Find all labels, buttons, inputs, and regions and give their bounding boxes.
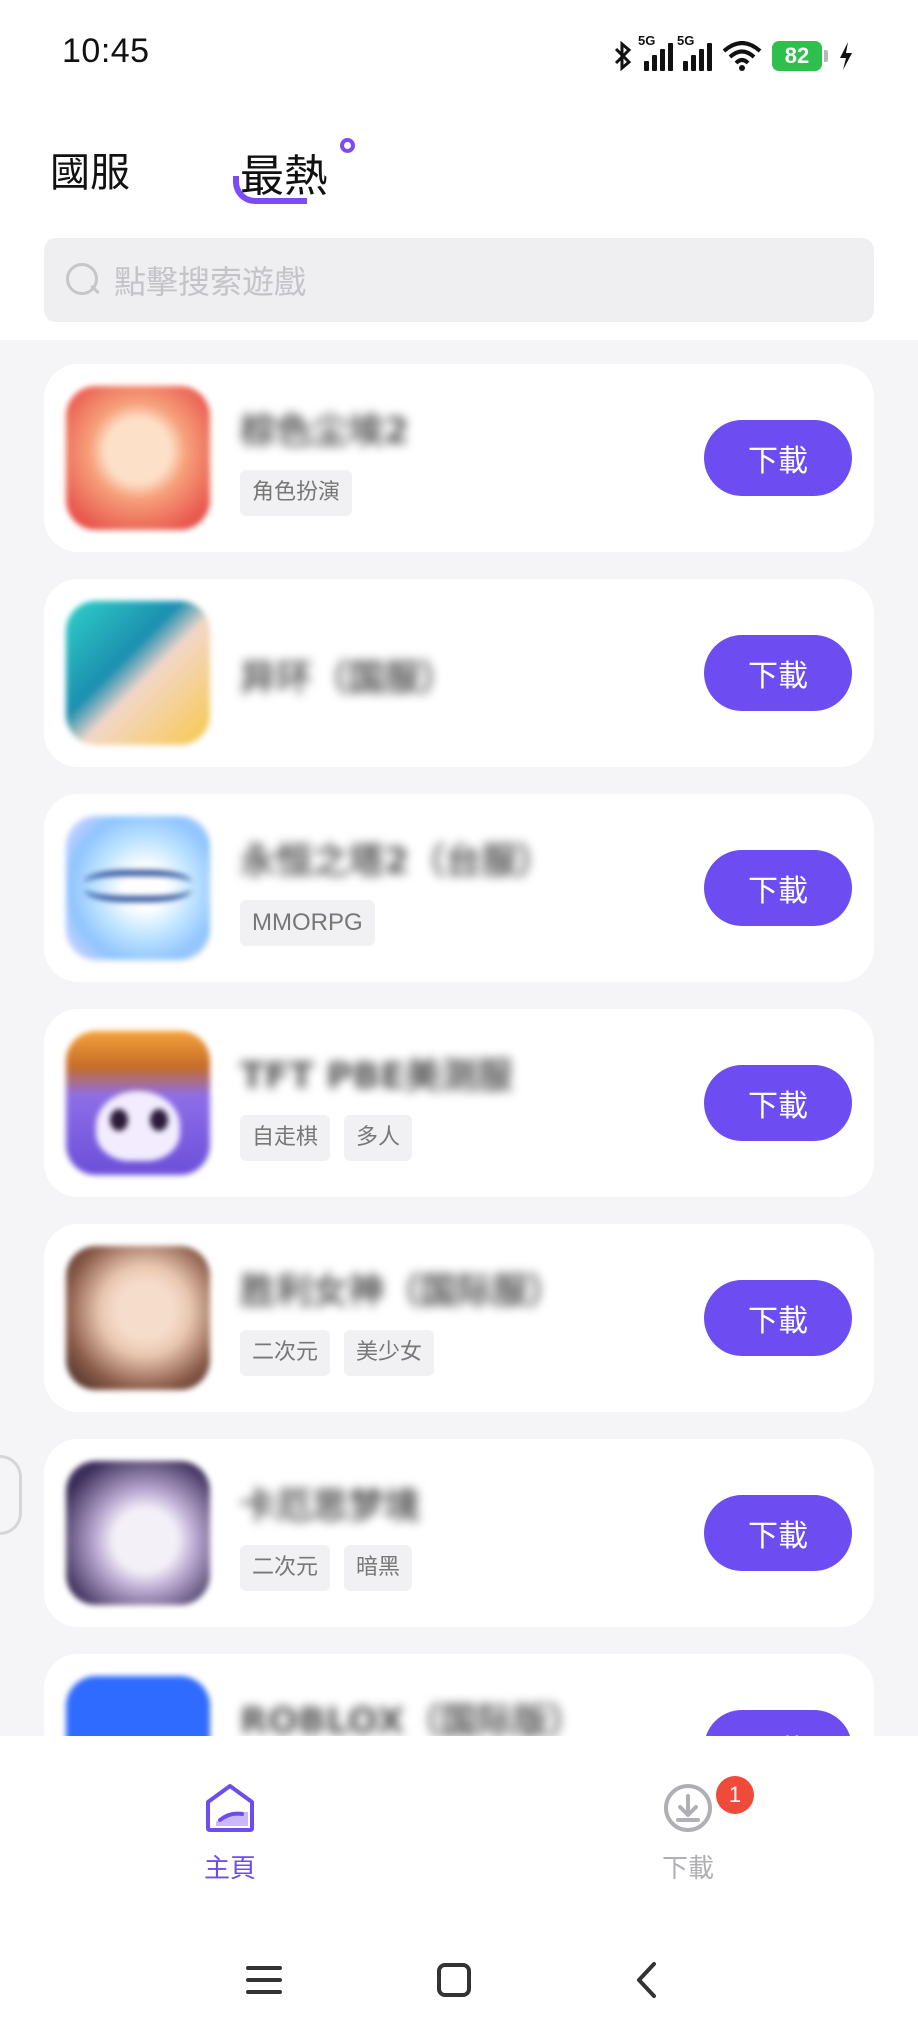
game-tags: 角色扮演 xyxy=(240,470,353,516)
system-nav-bar xyxy=(0,1940,918,2020)
game-name: 胜利女神（国际服） xyxy=(240,1271,565,1312)
game-card[interactable]: 永恒之塔2（台服） MMORPG 下載 xyxy=(44,794,874,982)
game-tag: MMORPG xyxy=(240,900,375,946)
charging-icon xyxy=(840,42,852,70)
back-button[interactable] xyxy=(606,1940,686,2020)
game-tags: 二次元 暗黑 xyxy=(240,1545,413,1591)
home-icon xyxy=(206,1784,254,1832)
signal-icon-1: 5G xyxy=(638,33,673,71)
game-name: 卡厄思梦境 xyxy=(240,1486,421,1527)
game-icon[interactable] xyxy=(66,1031,210,1175)
status-icons: 5G 5G 82 xyxy=(612,33,854,78)
wifi-icon xyxy=(722,41,762,71)
game-tag: 二次元 xyxy=(240,1545,331,1591)
game-card[interactable]: 胜利女神（国际服） 二次元 美少女 下載 xyxy=(44,1224,874,1412)
download-button[interactable]: 下載 xyxy=(704,1065,852,1141)
game-card[interactable]: 卡厄思梦境 二次元 暗黑 下載 xyxy=(44,1439,874,1627)
game-card[interactable]: 棕色尘埃2 角色扮演 下載 xyxy=(44,364,874,552)
tab-active-indicator xyxy=(233,176,307,204)
tab-cn-server[interactable]: 國服 xyxy=(50,140,130,198)
status-time: 10:45 xyxy=(62,32,150,70)
game-icon[interactable] xyxy=(66,601,210,745)
game-name: 永恒之塔2（台服） xyxy=(240,841,554,882)
game-tag: 美少女 xyxy=(344,1330,435,1376)
menu-button[interactable] xyxy=(224,1940,304,2020)
network-type-2: 5G xyxy=(677,33,695,48)
game-tags: 自走棋 多人 xyxy=(240,1115,413,1161)
game-tag: 暗黑 xyxy=(344,1545,413,1591)
download-button[interactable]: 下載 xyxy=(704,850,852,926)
game-card[interactable]: TFT PBE美测服 自走棋 多人 下載 xyxy=(44,1009,874,1197)
game-tag: 二次元 xyxy=(240,1330,331,1376)
tab-dot-indicator xyxy=(340,138,355,153)
menu-icon xyxy=(246,1966,282,1994)
nav-download[interactable]: 1 下載 xyxy=(648,1776,754,1885)
battery-icon: 82 xyxy=(772,41,828,71)
game-tags: MMORPG xyxy=(240,900,375,946)
nav-home[interactable]: 主頁 xyxy=(190,1782,270,1885)
back-icon xyxy=(637,1962,656,1998)
square-icon xyxy=(437,1963,471,1997)
download-button[interactable]: 下載 xyxy=(704,1280,852,1356)
game-name: 异环（国服） xyxy=(240,658,457,699)
download-button[interactable]: 下載 xyxy=(704,1495,852,1571)
nav-download-label: 下載 xyxy=(661,1854,714,1884)
game-icon[interactable] xyxy=(66,816,210,960)
download-icon xyxy=(664,1784,712,1832)
game-name: 棕色尘埃2 xyxy=(240,411,410,452)
nav-home-label: 主頁 xyxy=(203,1854,256,1884)
download-button[interactable]: 下載 xyxy=(704,420,852,496)
download-badge: 1 xyxy=(716,1776,754,1814)
game-icon[interactable] xyxy=(66,1246,210,1390)
search-placeholder: 點擊搜索遊戲 xyxy=(114,263,307,301)
game-icon[interactable] xyxy=(66,1461,210,1605)
home-system-button[interactable] xyxy=(414,1940,494,2020)
signal-icon-2: 5G xyxy=(677,33,712,71)
game-tags: 二次元 美少女 xyxy=(240,1330,435,1376)
network-type-1: 5G xyxy=(638,33,656,48)
bluetooth-icon xyxy=(614,40,632,72)
game-card[interactable]: 异环（国服） 下載 xyxy=(44,579,874,767)
game-tag: 自走棋 xyxy=(240,1115,331,1161)
download-button[interactable]: 下載 xyxy=(704,635,852,711)
game-tag: 多人 xyxy=(344,1115,413,1161)
game-tag: 角色扮演 xyxy=(240,470,353,516)
side-edge-handle[interactable] xyxy=(0,1455,22,1535)
game-icon[interactable] xyxy=(66,386,210,530)
battery-level: 82 xyxy=(784,43,810,68)
search-icon xyxy=(66,263,100,297)
search-input[interactable]: 點擊搜索遊戲 xyxy=(44,238,874,322)
game-name: TFT PBE美测服 xyxy=(240,1056,513,1097)
